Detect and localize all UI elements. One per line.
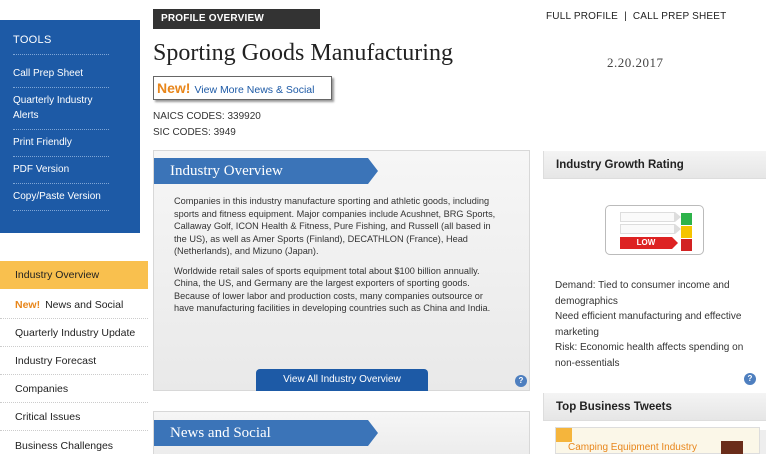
corner-tag-icon [556,428,572,442]
growth-gauge: LOW [605,205,704,255]
tools-heading: TOOLS [13,34,109,55]
nav-quarterly-update[interactable]: Quarterly Industry Update [0,319,148,347]
tweet-text: Camping Equipment Industry [568,442,697,453]
nav-industry-overview[interactable]: Industry Overview [0,261,148,289]
nav-label: Industry Overview [15,269,100,281]
nav-label: News and Social [45,299,124,311]
new-badge: New! [15,299,41,311]
overview-paragraph: Worldwide retail sales of sports equipme… [174,265,491,314]
page-title: Sporting Goods Manufacturing [153,40,453,66]
growth-notes: Demand: Tied to consumer income and demo… [555,278,760,371]
view-news-button[interactable]: New! View More News & Social [153,76,332,100]
sic-code: SIC CODES: 3949 [153,127,236,138]
report-date: 2.20.2017 [607,55,664,70]
tools-panel: TOOLS Call Prep Sheet Quarterly Industry… [0,20,140,233]
industry-codes: NAICS CODES: 339920 SIC CODES: 3949 [153,109,261,141]
nav-label: Business Challenges [15,440,114,452]
news-social-panel: News and Social [153,411,530,454]
top-links: FULL PROFILE | CALL PREP SHEET [546,11,726,22]
help-icon[interactable]: ? [744,373,756,385]
overview-body: Companies in this industry manufacture s… [174,195,504,322]
nav-industry-forecast[interactable]: Industry Forecast [0,347,148,375]
news-social-title: News and Social [154,420,378,446]
red-light-icon [681,239,692,251]
rating-arrow-mid [620,224,681,234]
quarterly-alerts-link[interactable]: Quarterly Industry Alerts [13,88,109,130]
nav-label: Critical Issues [15,411,81,423]
industry-overview-panel: Industry Overview Companies in this indu… [153,150,530,391]
help-icon[interactable]: ? [515,375,527,387]
pdf-version-link[interactable]: PDF Version [13,157,109,184]
growth-note: Demand: Tied to consumer income and demo… [555,280,730,307]
naics-code: NAICS CODES: 339920 [153,111,261,122]
nav-news-and-social[interactable]: New! News and Social [0,291,148,319]
green-light-icon [681,213,692,225]
growth-rating-header: Industry Growth Rating [543,151,766,179]
rating-arrow-high [620,212,681,222]
nav-companies[interactable]: Companies [0,375,148,403]
call-prep-sheet-link[interactable]: Call Prep Sheet [13,61,109,88]
view-all-overview-button[interactable]: View All Industry Overview [256,369,428,391]
scrollbar[interactable] [759,430,766,454]
nav-critical-issues[interactable]: Critical Issues [0,403,148,431]
new-badge: New! [157,80,191,96]
nav-label: Quarterly Industry Update [15,327,136,339]
view-news-label: View More News & Social [194,84,315,96]
growth-note: Risk: Economic health affects spending o… [555,342,744,369]
industry-overview-title: Industry Overview [154,158,378,184]
tweets-header: Top Business Tweets [543,393,766,421]
nav-label: Companies [15,383,69,395]
tweet-item[interactable]: Camping Equipment Industry [555,427,760,454]
profile-overview-bar: PROFILE OVERVIEW [153,9,320,29]
tweet-thumbnail [721,441,743,454]
nav-business-challenges[interactable]: Business Challenges [0,432,148,454]
growth-note: Need efficient manufacturing and effecti… [555,311,742,338]
copy-paste-link[interactable]: Copy/Paste Version [13,184,109,211]
nav-label: Industry Forecast [15,355,97,367]
rating-low-arrow: LOW [620,237,678,249]
call-prep-link[interactable]: CALL PREP SHEET [633,11,727,22]
link-separator: | [624,11,627,22]
full-profile-link[interactable]: FULL PROFILE [546,11,618,22]
print-friendly-link[interactable]: Print Friendly [13,130,109,157]
yellow-light-icon [681,226,692,238]
overview-paragraph: Companies in this industry manufacture s… [174,196,496,256]
